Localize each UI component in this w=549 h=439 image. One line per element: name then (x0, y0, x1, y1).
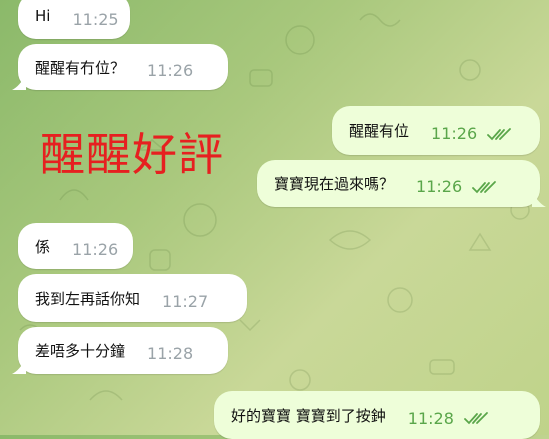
message-text: 醒醒有冇位？ (35, 58, 126, 77)
message-time: 11:26 (72, 239, 119, 259)
message-bubble-incoming[interactable]: 我到左再話你知 11:27 (18, 274, 247, 322)
message-time: 11:28 (407, 408, 454, 428)
message-time: 11:26 (147, 60, 194, 80)
message-text: 係 (35, 237, 51, 256)
overlay-caption: 醒醒好評 (40, 128, 225, 181)
message-bubble-outgoing[interactable]: 醒醒有位 11:26 (332, 106, 540, 155)
message-text: 寶寶現在過來嗎？ (274, 175, 395, 193)
message-time: 11:28 (147, 344, 194, 363)
message-text: Hi (35, 7, 51, 25)
message-time: 11:26 (416, 177, 463, 196)
message-text: 我到左再話你知 (35, 289, 141, 308)
bubble-tail (12, 74, 26, 90)
message-bubble-incoming[interactable]: 醒醒有冇位？ 11:26 (12, 44, 228, 90)
read-double-check-icon (487, 127, 512, 140)
message-bubble-outgoing[interactable]: 好的寶寶 寶寶到了按鈡 11:28 (214, 391, 540, 439)
message-text: 醒醒有位 (349, 122, 410, 140)
bubble-tail (12, 358, 26, 374)
read-double-check-icon (463, 412, 488, 425)
message-bubble-incoming[interactable]: 係 11:26 (18, 223, 133, 269)
message-bubble-incoming[interactable]: 差唔多十分鐘 11:28 (12, 327, 228, 374)
message-time: 11:26 (431, 124, 478, 143)
read-double-check-icon (472, 180, 497, 193)
message-text: 好的寶寶 寶寶到了按鈡 (231, 406, 386, 425)
message-text: 差唔多十分鐘 (35, 342, 126, 360)
bubble-tail (532, 191, 546, 207)
message-bubble-outgoing[interactable]: 寶寶現在過來嗎？ 11:26 (257, 160, 546, 207)
message-time: 11:25 (72, 9, 119, 29)
message-time: 11:27 (162, 291, 209, 311)
message-bubble-incoming[interactable]: Hi 11:25 (18, 0, 130, 39)
